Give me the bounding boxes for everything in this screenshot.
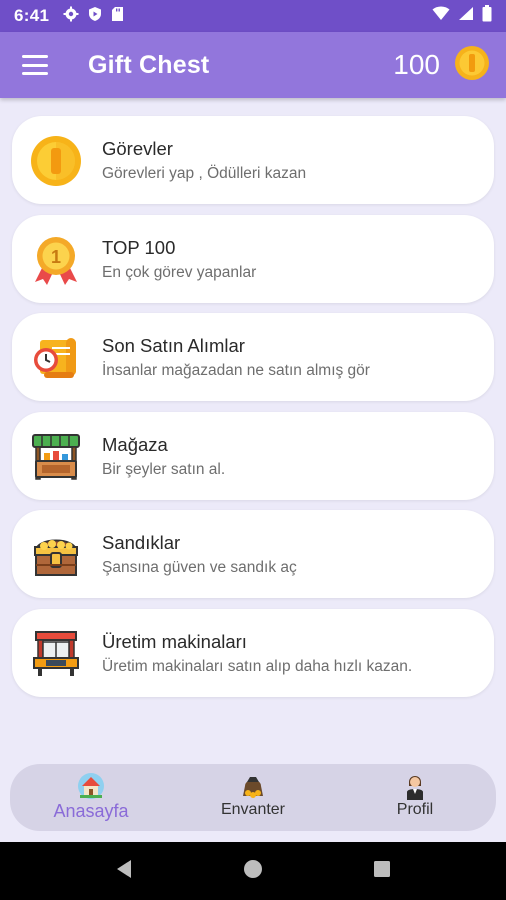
status-time: 6:41 — [14, 6, 50, 25]
back-icon[interactable] — [115, 859, 133, 884]
menu-button[interactable] — [22, 55, 48, 75]
coin-icon — [454, 45, 490, 86]
inventory-icon — [239, 772, 267, 800]
card-subtitle: Üretim makinaları satın alıp daha hızlı … — [102, 657, 413, 675]
shop-stall-icon — [30, 431, 82, 483]
status-right-icons — [432, 5, 492, 27]
card-subtitle: Görevleri yap , Ödülleri kazan — [102, 165, 307, 182]
nav-item-profil[interactable]: Profil — [334, 764, 496, 831]
card-title: Üretim makinaları — [102, 630, 247, 652]
nav-label: Envanter — [220, 801, 286, 818]
wifi-icon — [432, 6, 450, 26]
signal-icon — [458, 6, 474, 26]
play-protect-icon — [87, 6, 103, 27]
home-circle-icon[interactable] — [243, 859, 263, 884]
coin-icon — [30, 135, 82, 187]
menu-list: Görevler Görevleri yap , Ödülleri kazan … — [12, 116, 494, 707]
card-title: Görevler — [102, 138, 173, 159]
card-title: TOP 100 — [102, 236, 176, 258]
card-title: Sandıklar — [102, 532, 181, 553]
menu-card-gorevler[interactable]: Görevler Görevleri yap , Ödülleri kazan — [12, 116, 494, 204]
bottom-navigation: Anasayfa Envanter Profil — [10, 764, 496, 831]
app-bar: Gift Chest 100 — [0, 32, 506, 98]
hamburger-icon — [22, 55, 48, 58]
nav-item-anasayfa[interactable]: Anasayfa — [10, 764, 172, 831]
menu-card-son-satin-alimlar[interactable]: Son Satın Alımlar İnsanlar mağazadan ne … — [12, 313, 494, 401]
coin-balance: 100 — [393, 49, 440, 80]
svg-text:1: 1 — [51, 247, 61, 267]
machine-icon — [30, 628, 82, 680]
menu-card-uretim-makinalari[interactable]: Üretim makinaları Üretim makinaları satı… — [12, 608, 494, 697]
profile-icon — [401, 772, 429, 800]
menu-card-top100[interactable]: 1 TOP 100 En çok görev yapanlar — [12, 214, 494, 303]
card-subtitle: Şansına güven ve sandık aç — [102, 559, 297, 576]
menu-card-magaza[interactable]: Mağaza Bir şeyler satın al. — [12, 411, 494, 500]
sd-card-icon — [111, 6, 124, 27]
card-subtitle: En çok görev yapanlar — [102, 263, 257, 281]
scroll-clock-icon — [30, 332, 82, 384]
system-navigation-bar — [0, 842, 506, 900]
status-left-icons — [63, 6, 124, 27]
nav-item-envanter[interactable]: Envanter — [172, 764, 334, 831]
status-bar: 6:41 — [0, 0, 506, 32]
battery-icon — [482, 5, 492, 27]
app-title: Gift Chest — [88, 50, 210, 79]
card-subtitle: Bir şeyler satın al. — [102, 460, 226, 478]
card-title: Mağaza — [102, 433, 168, 455]
home-icon — [77, 772, 105, 800]
nav-label: Profil — [396, 801, 434, 818]
medal-icon: 1 — [30, 234, 82, 286]
card-subtitle: İnsanlar mağazadan ne satın almış gör — [102, 362, 370, 379]
card-title: Son Satın Alımlar — [102, 335, 245, 356]
nav-label: Anasayfa — [53, 801, 129, 821]
recents-icon[interactable] — [373, 860, 391, 883]
settings-icon — [63, 6, 79, 27]
menu-card-sandiklar[interactable]: Sandıklar Şansına güven ve sandık aç — [12, 510, 494, 598]
treasure-chest-icon — [30, 529, 82, 581]
